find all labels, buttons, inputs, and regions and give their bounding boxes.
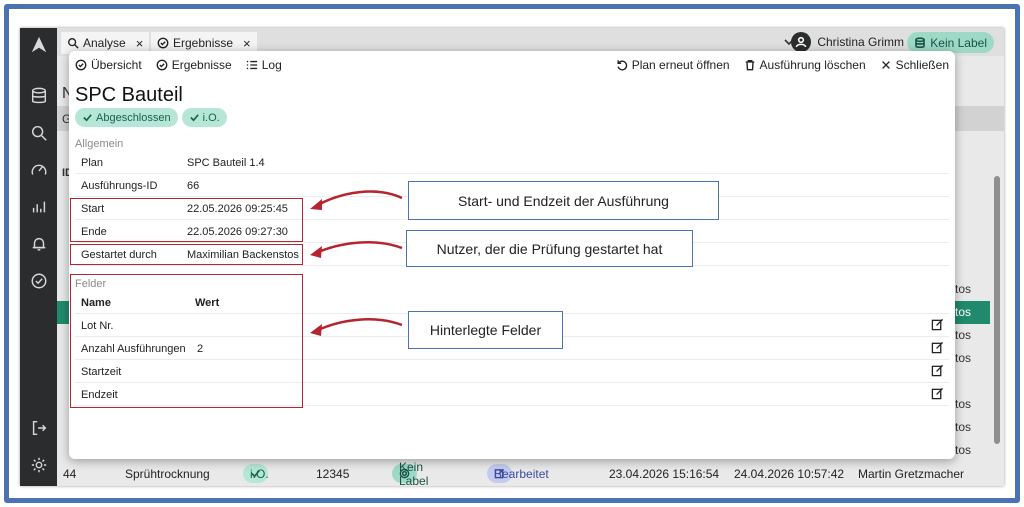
user-name: Christina Grimm	[817, 35, 904, 49]
check-circle-icon	[157, 37, 169, 49]
row-user-fragment: tos	[954, 420, 971, 434]
user-menu[interactable]: Christina Grimm	[791, 32, 904, 52]
database-icon	[915, 36, 926, 48]
delete-execution-button[interactable]: Ausführung löschen	[744, 57, 866, 73]
edit-icon[interactable]	[931, 341, 945, 355]
status-text: i.O.	[250, 466, 269, 481]
search-icon[interactable]	[28, 122, 50, 144]
arrow-icon	[310, 318, 403, 336]
check-circle-icon	[75, 59, 87, 71]
close-icon[interactable]: ×	[136, 36, 144, 51]
row-user-fragment: tos	[954, 282, 971, 296]
scrollbar[interactable]	[994, 176, 1000, 444]
status-badges: Abgeschlossen i.O.	[75, 108, 227, 127]
tab-label: Log	[261, 58, 282, 72]
tab-ergebnisse[interactable]: Ergebnisse	[156, 57, 232, 73]
row-user-fragment: tos	[954, 305, 971, 319]
action-label: Ausführung löschen	[759, 58, 866, 72]
status-badge-completed: Abgeschlossen	[75, 108, 178, 127]
callout-times: Start- und Endzeit der Ausführung	[408, 181, 719, 220]
table-row[interactable]: 44 Sprühtrocknung i.O. 12345 Kein Label …	[57, 460, 1004, 487]
edit-icon[interactable]	[931, 318, 945, 332]
highlight-started-by	[70, 244, 303, 265]
detail-row-plan: Plan SPC Bauteil 1.4	[75, 151, 949, 174]
row-name: Sprühtrocknung	[125, 466, 210, 481]
status-badge-ok: i.O.	[181, 108, 227, 127]
reopen-plan-button[interactable]: Plan erneut öffnen	[616, 57, 730, 73]
state-badge: Bearbeitet	[487, 464, 549, 483]
section-label-general: Allgemein	[75, 138, 124, 150]
row-end: 24.04.2026 10:57:42	[734, 466, 845, 481]
label-badge: Kein Label	[392, 460, 428, 486]
dialog-tabs: Übersicht Ergebnisse Log	[75, 57, 282, 73]
row-user-fragment: tos	[954, 397, 971, 411]
avatar	[791, 32, 812, 52]
list-icon	[246, 60, 257, 70]
close-icon	[881, 61, 890, 69]
close-button[interactable]: Schließen	[880, 57, 949, 73]
sidebar	[20, 28, 57, 486]
edit-icon[interactable]	[931, 364, 945, 378]
tab-label: Analyse	[83, 36, 126, 50]
page-title: SPC Bauteil	[75, 84, 183, 106]
undo-icon	[617, 60, 627, 71]
arrow-icon	[310, 190, 403, 210]
check-circle-icon	[156, 59, 168, 71]
row-user-fragment: tos	[954, 443, 971, 457]
tab-uebersicht[interactable]: Übersicht	[75, 57, 142, 73]
highlight-fields	[70, 274, 303, 408]
label-pill-text: Kein Label	[930, 35, 987, 50]
detail-key: Plan	[81, 157, 104, 169]
check-icon	[189, 114, 199, 122]
logo-icon	[28, 34, 50, 56]
badge-label: i.O.	[202, 111, 220, 124]
action-label: Schließen	[895, 58, 949, 72]
row-user-fragment: tos	[954, 351, 971, 365]
gauge-icon[interactable]	[28, 159, 50, 181]
row-user: Martin Gretzmacher	[858, 466, 965, 481]
tab-log[interactable]: Log	[246, 57, 282, 73]
detail-value: SPC Bauteil 1.4	[187, 157, 265, 169]
row-lot: 12345	[316, 466, 350, 481]
edit-icon[interactable]	[931, 387, 945, 401]
status-badge: i.O.	[243, 464, 269, 483]
tab-label: Ergebnisse	[171, 58, 232, 72]
tab-label: Übersicht	[91, 58, 142, 72]
state-text: Bearbeitet	[494, 466, 549, 481]
close-icon[interactable]: ×	[243, 36, 251, 51]
action-label: Plan erneut öffnen	[631, 58, 730, 72]
trash-icon	[745, 60, 754, 71]
detail-key: Ausführungs-ID	[81, 180, 158, 192]
settings-gear-icon[interactable]	[28, 454, 50, 476]
arrow-icon	[310, 241, 403, 258]
callout-started-by: Nutzer, der die Prüfung gestartet hat	[406, 230, 693, 267]
row-id: 44	[63, 466, 77, 481]
check-icon	[83, 114, 92, 122]
user-icon	[796, 36, 807, 48]
label-text: Kein Label	[399, 459, 429, 487]
database-icon[interactable]	[28, 85, 50, 107]
chart-icon[interactable]	[28, 196, 50, 218]
detail-value: 66	[187, 180, 200, 192]
check-circle-icon[interactable]	[28, 270, 50, 292]
bell-icon[interactable]	[28, 233, 50, 255]
dialog-actions: Plan erneut öffnen Ausführung löschen Sc…	[616, 57, 949, 73]
tab-label: Ergebnisse	[173, 36, 234, 50]
row-user-fragment: tos	[954, 328, 971, 342]
badge-label: Abgeschlossen	[96, 111, 171, 124]
search-icon	[68, 38, 79, 49]
highlight-times	[70, 198, 303, 242]
row-start: 23.04.2026 15:16:54	[609, 466, 720, 481]
logout-icon[interactable]	[28, 417, 50, 439]
label-pill[interactable]: Kein Label	[907, 32, 994, 53]
callout-fields: Hinterlegte Felder	[408, 311, 563, 349]
